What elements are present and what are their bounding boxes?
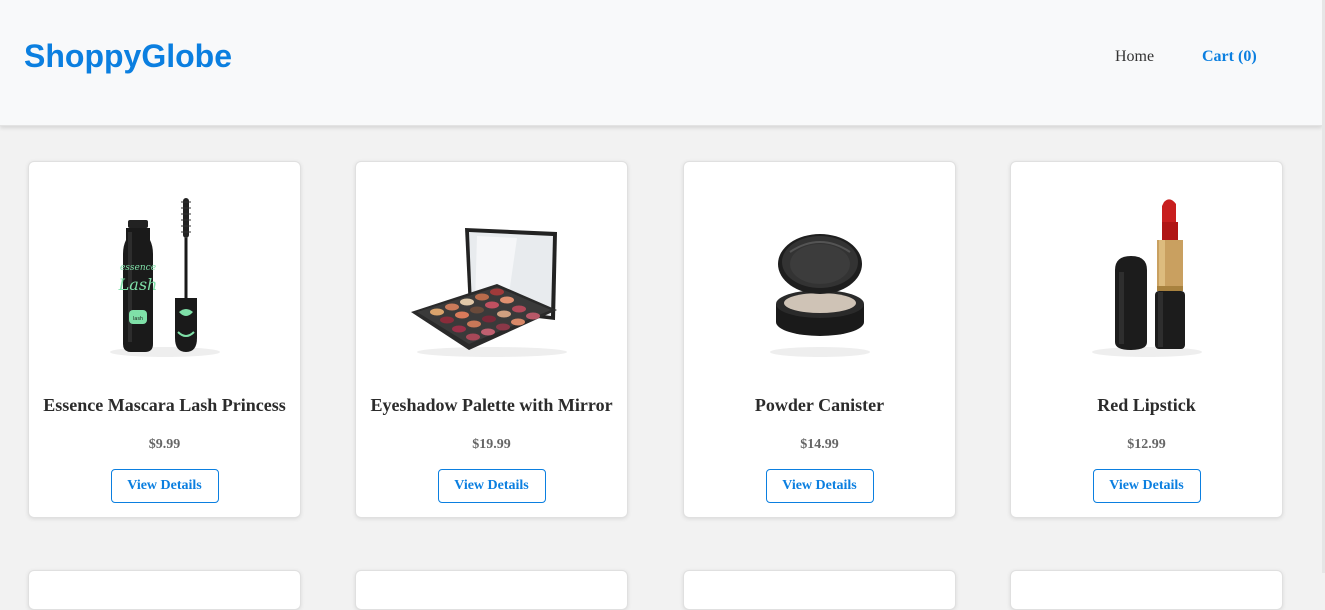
product-title: Red Lipstick [1097,395,1196,415]
product-title: Essence Mascara Lash Princess [43,395,286,415]
product-card-partial [683,570,956,610]
nav-cart-link[interactable]: Cart (0) [1202,48,1257,66]
powder-compact-icon [750,192,890,362]
view-details-button[interactable]: View Details [765,469,874,503]
view-details-button[interactable]: View Details [1092,469,1201,503]
nav-home-link[interactable]: Home [1115,48,1154,66]
product-title: Powder Canister [754,395,885,415]
product-price: $19.99 [472,437,511,452]
site-logo[interactable]: ShoppyGlobe [24,38,232,75]
product-price: $12.99 [1127,437,1166,452]
lipstick-icon [1077,192,1217,362]
product-card-partial [355,570,628,610]
eyeshadow-palette-icon [407,192,577,362]
svg-text:Lash: Lash [117,275,157,294]
site-header: ShoppyGlobe Home Cart (0) [0,0,1322,126]
product-card: Red Lipstick $12.99 View Details [1010,161,1283,518]
product-card-partial [28,570,301,610]
product-price: $9.99 [148,437,181,452]
view-details-button[interactable]: View Details [437,469,546,503]
product-price: $14.99 [800,437,839,452]
product-title: Eyeshadow Palette with Mirror [370,395,613,415]
product-card: Eyeshadow Palette with Mirror $19.99 Vie… [355,161,628,518]
product-card: Powder Canister $14.99 View Details [683,161,956,518]
view-details-button[interactable]: View Details [110,469,219,503]
svg-text:essence: essence [119,263,155,273]
product-card-partial [1010,570,1283,610]
product-card: essence Lash lash Essence Mascara Lash P… [28,161,301,518]
mascara-icon: essence Lash lash [95,192,235,362]
svg-text:lash: lash [132,316,142,322]
